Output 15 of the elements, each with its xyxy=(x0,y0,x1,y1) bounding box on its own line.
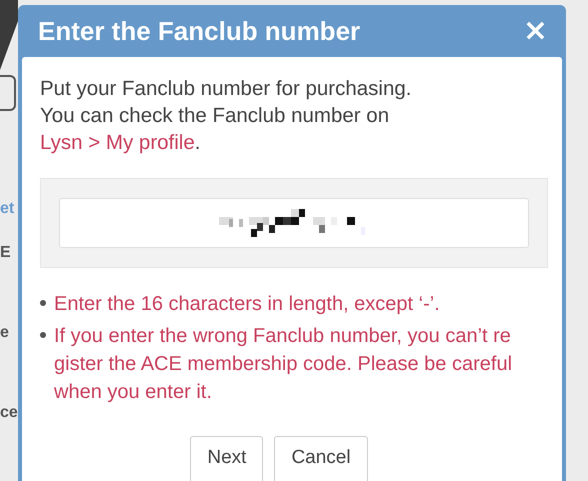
warning-text: If you enter the wrong Fanclub number, you can’t re gister the ACE membership code. Please be careful when you enter it. xyxy=(54,324,514,405)
fanclub-number-field[interactable] xyxy=(59,198,529,248)
partial-text: E xyxy=(0,244,11,262)
partial-text: et xyxy=(0,200,14,218)
instruction-text: Put your Fanclub number for purchasing. You can check the Fanclub number on Lysn > My profile. xyxy=(40,76,412,156)
bullet-icon xyxy=(40,332,46,338)
dialog-title: Enter the Fanclub number xyxy=(38,16,360,46)
bullet-icon xyxy=(40,300,46,306)
warning-text: Enter the 16 characters in length, except ‘-’. xyxy=(54,292,441,317)
dialog-button[interactable]: Next xyxy=(190,436,264,481)
profile-link[interactable]: Lysn > My profile xyxy=(40,131,195,154)
partial-text: e xyxy=(0,324,9,342)
partial-text: ce xyxy=(0,404,18,422)
logo-icon xyxy=(0,0,18,70)
dialog-button[interactable]: Cancel xyxy=(274,436,368,481)
